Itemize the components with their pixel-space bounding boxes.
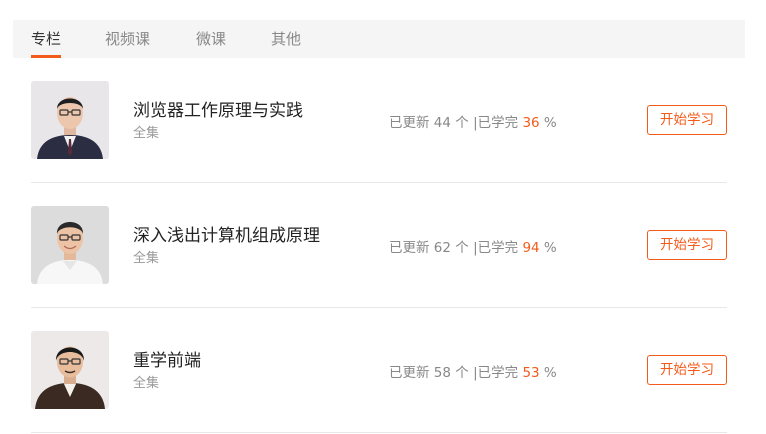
course-title[interactable]: 深入浅出计算机组成原理 [133, 221, 320, 246]
updated-prefix: 已更新 [389, 365, 430, 381]
updated-count: 58 [433, 365, 451, 381]
category-tabbar: 专栏 视频课 微课 其他 [13, 20, 745, 58]
tab-column[interactable]: 专栏 [31, 20, 62, 58]
learned-percent: 53 [522, 365, 540, 381]
tab-video-course[interactable]: 视频课 [105, 20, 150, 58]
course-list: 浏览器工作原理与实践 全集 已更新 44 个 |已学完 36 % 开始学习 深入… [31, 58, 727, 433]
percent-sign: % [543, 365, 557, 381]
tab-label: 其他 [271, 30, 302, 48]
start-learning-button[interactable]: 开始学习 [647, 230, 727, 260]
course-subtitle: 全集 [133, 126, 160, 141]
learned-prefix: 已学完 [477, 365, 519, 381]
percent-sign: % [543, 240, 557, 256]
updated-prefix: 已更新 [389, 115, 430, 131]
learned-prefix: 已学完 [477, 240, 519, 256]
instructor-avatar-icon [31, 81, 109, 159]
instructor-avatar-icon [31, 206, 109, 284]
tab-label: 微课 [196, 30, 227, 48]
updated-count: 62 [433, 240, 451, 256]
updated-count: 44 [433, 115, 451, 131]
updated-prefix: 已更新 [389, 240, 430, 256]
tab-label: 视频课 [105, 30, 151, 48]
learned-percent: 94 [522, 240, 540, 256]
course-title[interactable]: 浏览器工作原理与实践 [133, 96, 303, 121]
tab-micro-course[interactable]: 微课 [196, 20, 226, 58]
start-learning-button[interactable]: 开始学习 [647, 355, 727, 385]
start-learning-button[interactable]: 开始学习 [647, 105, 727, 135]
course-row: 重学前端 全集 已更新 58 个 |已学完 53 % 开始学习 [31, 308, 727, 433]
instructor-avatar-icon [31, 331, 109, 409]
instructor-avatar[interactable] [31, 81, 109, 159]
updated-unit: 个 [455, 240, 469, 256]
learned-prefix: 已学完 [477, 115, 519, 131]
instructor-avatar[interactable] [31, 331, 109, 409]
updated-unit: 个 [455, 115, 469, 131]
course-progress-stats: 已更新 62 个 |已学完 94 % [389, 236, 557, 256]
course-row: 浏览器工作原理与实践 全集 已更新 44 个 |已学完 36 % 开始学习 [31, 58, 727, 183]
course-progress-stats: 已更新 58 个 |已学完 53 % [389, 361, 557, 381]
course-row: 深入浅出计算机组成原理 全集 已更新 62 个 |已学完 94 % 开始学习 [31, 183, 727, 308]
updated-unit: 个 [455, 365, 469, 381]
course-subtitle: 全集 [133, 376, 160, 391]
percent-sign: % [543, 115, 557, 131]
instructor-avatar[interactable] [31, 206, 109, 284]
course-title[interactable]: 重学前端 [133, 346, 201, 371]
course-subtitle: 全集 [133, 251, 160, 266]
tab-label: 专栏 [31, 30, 62, 48]
learned-percent: 36 [522, 115, 540, 131]
tab-other[interactable]: 其他 [271, 20, 301, 58]
course-progress-stats: 已更新 44 个 |已学完 36 % [389, 111, 557, 131]
